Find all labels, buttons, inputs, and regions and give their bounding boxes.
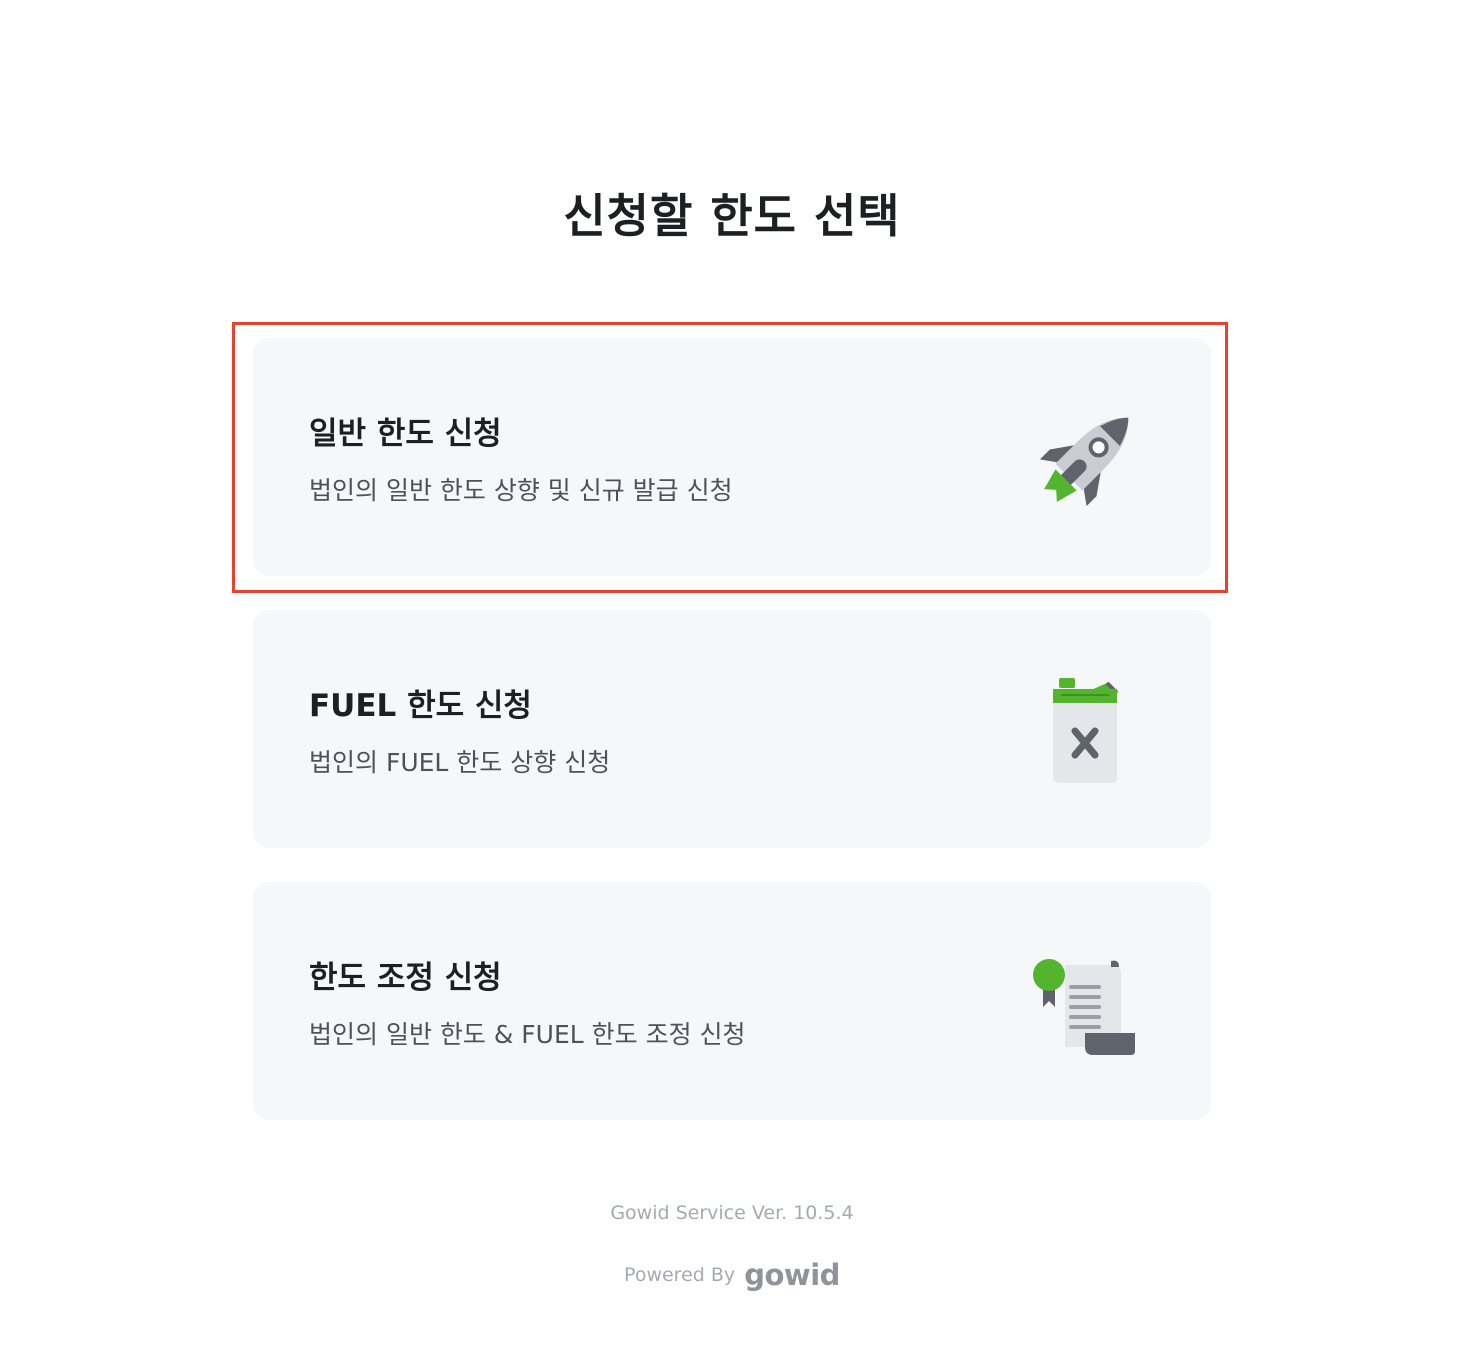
option-card-general-limit[interactable]: 일반 한도 신청 법인의 일반 한도 상향 및 신규 발급 신청 — [253, 338, 1211, 576]
option-description: 법인의 일반 한도 & FUEL 한도 조정 신청 — [309, 1020, 746, 1049]
certificate-scroll-icon — [1033, 959, 1135, 1055]
rocket-icon — [1039, 417, 1129, 507]
powered-by-label: Powered By — [624, 1264, 736, 1286]
powered-by: Powered By gowid — [0, 1258, 1464, 1292]
option-description: 법인의 일반 한도 상향 및 신규 발급 신청 — [309, 476, 733, 505]
option-title: 한도 조정 신청 — [309, 960, 502, 996]
fuel-can-icon — [1053, 678, 1119, 783]
page-title: 신청할 한도 선택 — [563, 189, 901, 243]
option-title: FUEL 한도 신청 — [309, 688, 532, 724]
option-description: 법인의 FUEL 한도 상향 신청 — [309, 748, 611, 777]
option-card-fuel-limit[interactable]: FUEL 한도 신청 법인의 FUEL 한도 상향 신청 — [253, 610, 1211, 848]
gowid-logo: gowid — [744, 1258, 840, 1292]
option-card-limit-adjustment[interactable]: 한도 조정 신청 법인의 일반 한도 & FUEL 한도 조정 신청 — [253, 882, 1211, 1120]
service-version: Gowid Service Ver. 10.5.4 — [610, 1202, 854, 1224]
limit-selection-page: 신청할 한도 선택 일반 한도 신청 법인의 일반 한도 상향 및 신규 발급 … — [0, 0, 1472, 1350]
option-title: 일반 한도 신청 — [309, 416, 502, 452]
